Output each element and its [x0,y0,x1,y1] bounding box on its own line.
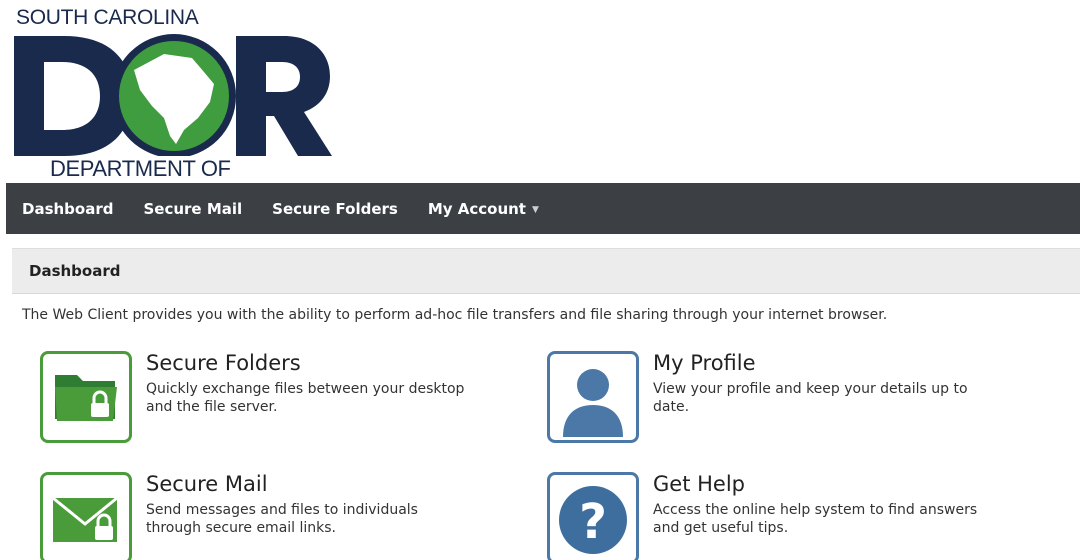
logo-top-text: SOUTH CAROLINA [16,6,199,29]
page-title: Dashboard [29,262,121,280]
nav-my-account-label: My Account [427,199,526,218]
nav-dashboard[interactable]: Dashboard [22,200,113,218]
tile-get-help[interactable]: ? Get Help Access the online help system… [547,472,1047,560]
nav-secure-folders[interactable]: Secure Folders [272,200,398,218]
section-header: Dashboard [12,248,1080,294]
tile-title: My Profile [653,351,756,375]
tile-description: Send messages and files to individuals t… [146,502,418,536]
main-navbar: Dashboard Secure Mail Secure Folders My … [6,183,1080,234]
svg-text:?: ? [579,494,607,550]
tile-description: View your profile and keep your details … [653,381,968,415]
user-icon [547,351,639,443]
nav-my-account[interactable]: My Account ▼ [428,200,539,218]
help-icon: ? [547,472,639,560]
folder-lock-icon [40,351,132,443]
tile-secure-mail[interactable]: Secure Mail Send messages and files to i… [40,472,540,560]
envelope-lock-icon [40,472,132,560]
dor-logo-mark [14,34,332,156]
dor-logo: SOUTH CAROLINA DEPARTMENT OF REVENUE [14,4,334,207]
intro-text: The Web Client provides you with the abi… [22,307,888,323]
tile-title: Get Help [653,472,745,496]
tile-secure-folders[interactable]: Secure Folders Quickly exchange files be… [40,351,540,447]
tile-title: Secure Folders [146,351,301,375]
tile-title: Secure Mail [146,472,268,496]
tile-my-profile[interactable]: My Profile View your profile and keep yo… [547,351,1047,447]
tile-description: Quickly exchange files between your desk… [146,381,465,415]
tile-description: Access the online help system to find an… [653,502,978,536]
nav-secure-mail[interactable]: Secure Mail [143,200,242,218]
chevron-down-icon: ▼ [531,204,539,215]
